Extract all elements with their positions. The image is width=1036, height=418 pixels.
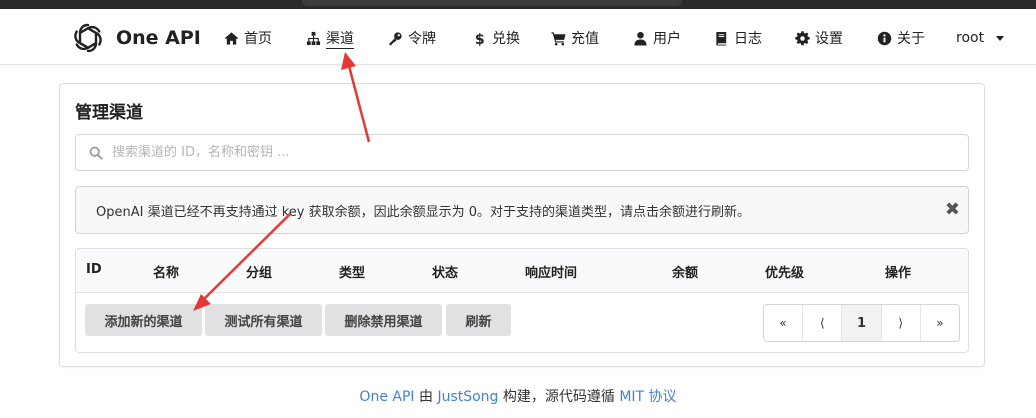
- nav-topup[interactable]: 充值: [551, 26, 599, 50]
- nav-home[interactable]: 首页: [224, 26, 272, 50]
- svg-text:$: $: [475, 32, 485, 46]
- close-icon[interactable]: ✖: [945, 199, 960, 220]
- nav-home-label: 首页: [244, 31, 272, 47]
- navbar: One API 首页 渠道 令牌 $ 兑换 充值 用户 日志 设置 关于 roo…: [0, 9, 1036, 65]
- page-prev-button[interactable]: ⟨: [803, 305, 843, 341]
- caret-down-icon: [996, 35, 1005, 41]
- header-status[interactable]: 状态: [432, 262, 458, 281]
- search-icon: [89, 146, 103, 160]
- search-input[interactable]: [112, 145, 952, 160]
- gear-icon: [795, 30, 810, 45]
- header-type[interactable]: 类型: [339, 262, 365, 281]
- pagination: « ⟨ 1 ⟩ »: [763, 304, 960, 342]
- sitemap-icon: [306, 31, 321, 45]
- nav-setting[interactable]: 设置: [795, 26, 843, 50]
- delete-disabled-channels-button[interactable]: 删除禁用渠道: [325, 304, 442, 336]
- table-header: ID 名称 分组 类型 状态 响应时间 余额 优先级 操作: [76, 249, 968, 293]
- add-channel-button[interactable]: 添加新的渠道: [85, 304, 202, 336]
- nav-about-label: 关于: [897, 31, 925, 47]
- nav-redeem[interactable]: $ 兑换: [472, 26, 520, 50]
- nav-channel[interactable]: 渠道: [306, 26, 354, 50]
- alert-text: OpenAI 渠道已经不再支持通过 key 获取余额，因此余额显示为 0。对于支…: [96, 204, 751, 220]
- header-response-time[interactable]: 响应时间: [525, 262, 577, 281]
- dollar-icon: $: [475, 32, 485, 46]
- page-next-button[interactable]: ⟩: [882, 305, 921, 341]
- user-name: root: [956, 30, 985, 46]
- nav-token-label: 令牌: [408, 31, 436, 47]
- brand-name: One API: [116, 27, 201, 49]
- openai-logo-icon: [74, 23, 102, 53]
- header-balance[interactable]: 余额: [672, 262, 698, 281]
- key-icon: [389, 31, 402, 45]
- nav-setting-label: 设置: [815, 31, 843, 47]
- nav-topup-label: 充值: [571, 31, 599, 47]
- channel-table: ID 名称 分组 类型 状态 响应时间 余额 优先级 操作 添加新的渠道 测试所…: [75, 248, 969, 353]
- book-icon: [716, 31, 727, 46]
- nav-token[interactable]: 令牌: [388, 26, 436, 50]
- user-menu[interactable]: root: [956, 26, 1005, 50]
- header-actions: 操作: [885, 266, 912, 281]
- info-alert: OpenAI 渠道已经不再支持通过 key 获取余额，因此余额显示为 0。对于支…: [75, 186, 969, 234]
- search-box[interactable]: [75, 134, 969, 171]
- nav-redeem-label: 兑换: [492, 31, 520, 47]
- header-priority[interactable]: 优先级: [765, 262, 804, 281]
- page-last-button[interactable]: »: [921, 305, 959, 341]
- cart-icon: [551, 31, 566, 45]
- nav-channel-label: 渠道: [326, 28, 354, 49]
- home-icon: [224, 31, 239, 45]
- page-current-button[interactable]: 1: [842, 305, 882, 341]
- nav-user-label: 用户: [653, 31, 681, 47]
- nav-log[interactable]: 日志: [714, 26, 762, 50]
- nav-about[interactable]: 关于: [877, 26, 925, 50]
- window-top-strip: [0, 0, 1036, 9]
- page-title: 管理渠道: [75, 103, 143, 123]
- channel-card: 管理渠道 OpenAI 渠道已经不再支持通过 key 获取余额，因此余额显示为 …: [59, 83, 985, 367]
- brand[interactable]: One API: [70, 20, 201, 56]
- footer-built: 构建，源代码遵循: [498, 389, 620, 405]
- info-icon: [877, 31, 892, 45]
- header-id[interactable]: ID: [86, 262, 102, 277]
- footer-by: 由: [414, 389, 438, 405]
- page-first-button[interactable]: «: [764, 305, 804, 341]
- header-name[interactable]: 名称: [153, 262, 179, 281]
- footer-app-link[interactable]: One API: [359, 389, 414, 405]
- footer-author-link[interactable]: JustSong: [437, 389, 498, 405]
- footer-license-link[interactable]: MIT 协议: [619, 389, 676, 405]
- test-all-channels-button[interactable]: 测试所有渠道: [205, 304, 322, 336]
- footer: One API 由 JustSong 构建，源代码遵循 MIT 协议: [0, 386, 1036, 406]
- header-group[interactable]: 分组: [246, 262, 272, 281]
- nav-user[interactable]: 用户: [633, 26, 681, 50]
- top-strip-pill: [302, 0, 682, 6]
- user-icon: [634, 31, 647, 46]
- refresh-button[interactable]: 刷新: [446, 304, 511, 336]
- nav-log-label: 日志: [734, 31, 762, 47]
